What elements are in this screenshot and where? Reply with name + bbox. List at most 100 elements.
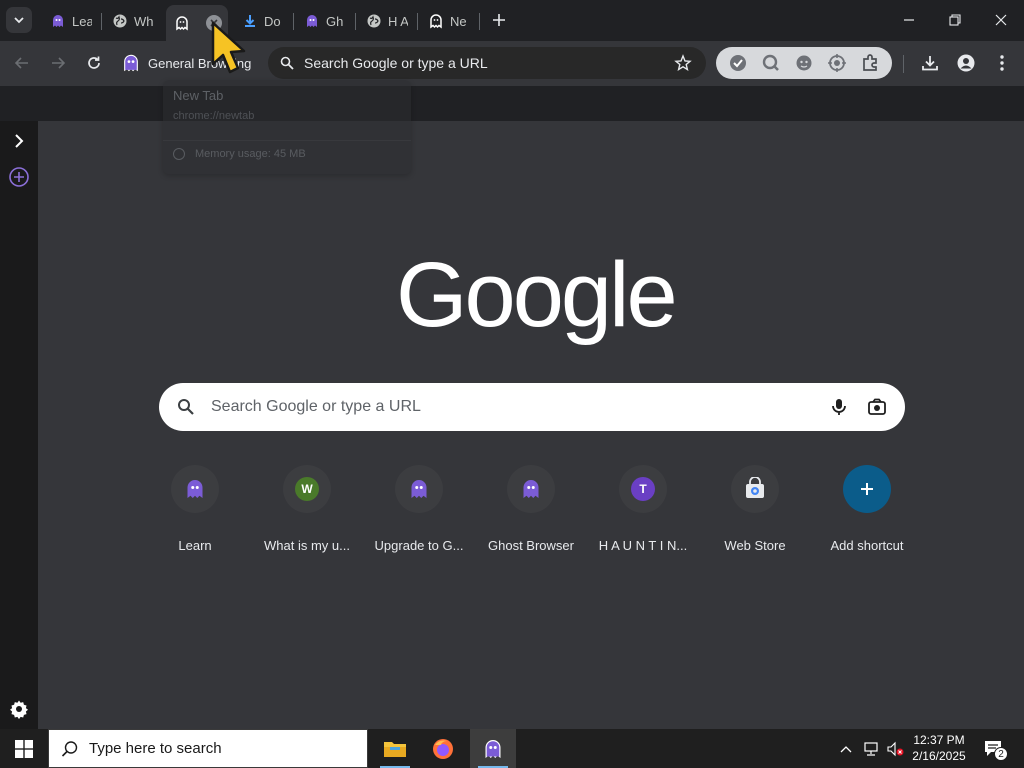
shortcut-tile: W: [283, 465, 331, 513]
back-button[interactable]: [8, 49, 36, 77]
arrow-right-icon: [52, 57, 66, 69]
start-button[interactable]: [0, 729, 48, 768]
network-icon: [864, 741, 878, 756]
tab-title: Ne: [450, 13, 467, 29]
system-clock[interactable]: 12:37 PM 2/16/2025: [906, 732, 972, 764]
tab-new[interactable]: Ne: [420, 5, 476, 37]
letter-avatar: T: [631, 477, 655, 501]
globe-icon: [366, 13, 382, 29]
toolbar: General Browsing Search Google or type a…: [0, 41, 1024, 86]
clock-time: 12:37 PM: [913, 733, 965, 747]
plus-circle-icon: [9, 167, 29, 187]
shortcut-tile: [507, 465, 555, 513]
gear-icon: [10, 700, 28, 719]
ghost-purple-icon: [187, 480, 203, 498]
ntp-search-box[interactable]: Search Google or type a URL: [159, 383, 905, 431]
show-hidden-icons-button[interactable]: [836, 729, 856, 768]
profile-button[interactable]: [952, 49, 980, 77]
shortcut-web-store[interactable]: Web Store: [699, 463, 811, 563]
tab-hover-card: New Tab chrome://newtab Memory usage: 45…: [163, 80, 411, 174]
shortcut-tile: T: [619, 465, 667, 513]
tab-separator: [101, 13, 102, 30]
downloads-button[interactable]: [916, 49, 944, 77]
tab-separator: [293, 13, 294, 30]
windows-taskbar: Type here to search 12:37 PM 2/16/2025 2: [0, 729, 1024, 768]
letter-avatar: W: [295, 477, 319, 501]
plus-icon: [861, 483, 873, 495]
search-icon: [278, 54, 296, 72]
reload-icon: [88, 56, 100, 69]
volume-button[interactable]: [884, 729, 906, 768]
reload-button[interactable]: [80, 49, 108, 77]
taskbar-file-explorer[interactable]: [372, 729, 418, 768]
tab-title: Do: [264, 13, 281, 29]
notification-count-badge: 2: [994, 747, 1008, 761]
shortcut-label: Web Store: [724, 538, 786, 553]
forward-button[interactable]: [44, 49, 72, 77]
tab-separator: [417, 13, 418, 30]
ghost-purple-icon: [485, 739, 501, 758]
ghost-purple-icon: [523, 480, 539, 498]
shortcut-upgrade[interactable]: Upgrade to G...: [363, 463, 475, 563]
hover-card-title: New Tab: [173, 88, 224, 103]
chevron-up-icon: [840, 745, 852, 752]
taskbar-firefox[interactable]: [420, 729, 466, 768]
clock-date: 2/16/2025: [912, 749, 966, 763]
arrow-left-icon: [14, 57, 28, 69]
shortcut-label: Ghost Browser: [488, 538, 574, 553]
shortcut-tile: [731, 465, 779, 513]
memory-icon: [173, 148, 185, 160]
new-tab-button[interactable]: [488, 9, 510, 31]
more-vertical-icon: [1000, 55, 1004, 71]
ghost-white-icon: [174, 15, 190, 31]
menu-button[interactable]: [988, 49, 1016, 77]
notifications-button[interactable]: 2: [978, 729, 1010, 768]
tab-learn[interactable]: Lea: [42, 5, 98, 37]
tab-separator: [355, 13, 356, 30]
sidebar: [0, 121, 38, 729]
shortcut-learn[interactable]: Learn: [139, 463, 251, 563]
tab-strip: Lea Wh Do Gh H A Ne: [0, 0, 1024, 41]
taskbar-search-box[interactable]: Type here to search: [48, 729, 368, 768]
minimize-button[interactable]: [886, 0, 932, 40]
settings-button[interactable]: [7, 697, 31, 721]
close-window-button[interactable]: [978, 0, 1024, 40]
network-button[interactable]: [860, 729, 882, 768]
target-extension-icon[interactable]: [826, 52, 848, 74]
taskbar-ghost-browser[interactable]: [470, 729, 516, 768]
hover-card-url: chrome://newtab: [173, 110, 255, 122]
extensions-group: [716, 47, 892, 79]
microphone-icon[interactable]: [829, 397, 849, 417]
avatar-icon: [957, 54, 975, 72]
shortcut-label: Add shortcut: [830, 538, 904, 553]
tab-search-button[interactable]: [6, 7, 32, 33]
puzzle-icon[interactable]: [859, 52, 881, 74]
shortcut-ghost-browser[interactable]: Ghost Browser: [475, 463, 587, 563]
new-tab-page: Google Search Google or type a URL Learn…: [38, 121, 1024, 729]
ntp-search-placeholder: Search Google or type a URL: [211, 398, 421, 415]
folder-icon: [384, 741, 406, 757]
shortcut-label: Learn: [178, 538, 212, 553]
globe-icon: [112, 13, 128, 29]
shortcut-label: What is my u...: [264, 538, 350, 553]
tab-what-is-my[interactable]: Wh: [104, 5, 160, 37]
shortcut-what-is-my[interactable]: W What is my u...: [251, 463, 363, 563]
tab-title: Gh: [326, 13, 344, 29]
tab-ghost[interactable]: Gh: [296, 5, 352, 37]
add-workspace-button[interactable]: [7, 165, 31, 189]
omnibox[interactable]: Search Google or type a URL: [268, 47, 706, 79]
checkmark-extension-icon[interactable]: [727, 52, 749, 74]
face-extension-icon[interactable]: [793, 52, 815, 74]
shortcut-haunting[interactable]: T H A U N T I N...: [587, 463, 699, 563]
star-icon[interactable]: [674, 54, 692, 72]
tab-haunting[interactable]: H A: [358, 5, 414, 37]
shortcut-label: Upgrade to G...: [374, 538, 464, 553]
camera-icon[interactable]: [867, 397, 887, 417]
expand-sidebar-button[interactable]: [7, 129, 31, 153]
close-icon: [995, 14, 1007, 26]
restore-button[interactable]: [932, 0, 978, 40]
ghost-purple-icon: [120, 52, 142, 74]
magnifier-extension-icon[interactable]: [760, 52, 782, 74]
add-shortcut-button[interactable]: Add shortcut: [811, 463, 923, 563]
tab-title: Wh: [134, 13, 154, 29]
